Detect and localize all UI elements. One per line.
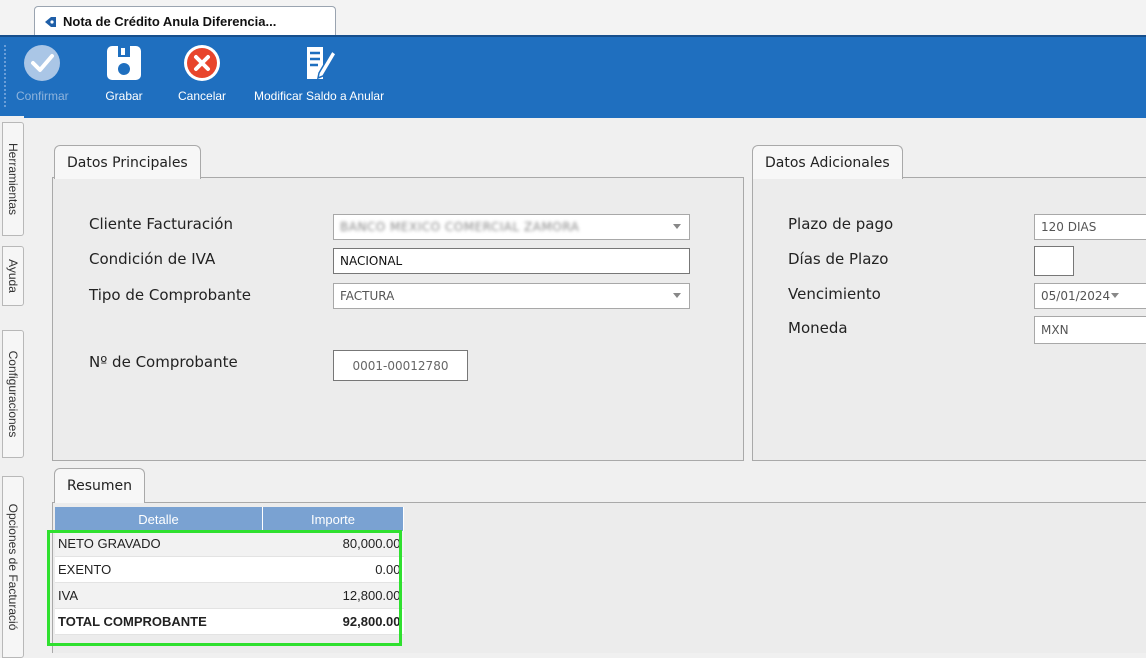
- tab-datos-adicionales-label: Datos Adicionales: [765, 154, 890, 171]
- side-tab-label: Opciones de Facturació: [6, 503, 20, 631]
- table-row[interactable]: IVA 12,800.00: [55, 582, 404, 609]
- tab-resumen[interactable]: Resumen: [54, 468, 146, 503]
- edit-document-icon: [307, 47, 338, 80]
- ribbon-toolbar: Confirmar Grabar Cancelar Modificar Sald…: [0, 35, 1146, 118]
- side-tab-configuraciones[interactable]: Configuraciones: [2, 330, 24, 458]
- vencimiento-value: 05/01/2024: [1041, 289, 1111, 303]
- document-tabstrip: Nota de Crédito Anula Diferencia...: [0, 0, 1146, 36]
- detalle-cell: TOTAL COMPROBANTE: [55, 608, 263, 635]
- side-tab-label: Ayuda: [6, 259, 20, 293]
- side-tab-ayuda[interactable]: Ayuda: [2, 246, 24, 306]
- moneda-label: Moneda: [788, 319, 848, 337]
- modify-balance-button[interactable]: Modificar Saldo a Anular: [254, 43, 384, 103]
- vencimiento-label: Vencimiento: [788, 285, 881, 303]
- iva-field[interactable]: NACIONAL: [333, 248, 690, 274]
- document-tab-title: Nota de Crédito Anula Diferencia...: [63, 13, 277, 29]
- side-tab-opciones-facturacion[interactable]: Opciones de Facturació: [2, 476, 24, 658]
- plazo-pago-field[interactable]: 120 DIAS: [1034, 214, 1146, 240]
- column-header-importe[interactable]: Importe: [262, 507, 404, 531]
- cliente-select[interactable]: BANCO MEXICO COMERCIAL ZAMORA: [333, 214, 690, 240]
- save-label: Grabar: [105, 89, 143, 103]
- moneda-value: MXN: [1041, 323, 1069, 337]
- floppy-disk-icon: [107, 46, 141, 80]
- side-tab-label: Configuraciones: [6, 350, 20, 438]
- importe-cell: 0.00: [262, 556, 404, 583]
- modify-balance-label: Modificar Saldo a Anular: [254, 89, 385, 103]
- tab-datos-principales[interactable]: Datos Principales: [54, 145, 201, 179]
- nro-comprobante-field[interactable]: 0001-00012780: [333, 350, 468, 381]
- side-tab-label: Herramientas: [6, 142, 20, 216]
- column-header-detalle[interactable]: Detalle: [55, 507, 263, 531]
- chevron-down-icon: [673, 224, 681, 229]
- tab-datos-principales-label: Datos Principales: [67, 154, 188, 171]
- table-row-total[interactable]: TOTAL COMPROBANTE 92,800.00: [55, 608, 404, 635]
- tab-resumen-label: Resumen: [67, 478, 133, 494]
- importe-cell: 80,000.00: [262, 531, 404, 557]
- importe-cell: 92,800.00: [262, 608, 404, 635]
- moneda-field[interactable]: MXN: [1034, 316, 1146, 344]
- detalle-cell: NETO GRAVADO: [55, 531, 263, 557]
- tipo-comprobante-select[interactable]: FACTURA: [333, 283, 690, 309]
- document-tab[interactable]: Nota de Crédito Anula Diferencia...: [34, 6, 336, 35]
- dias-plazo-label: Días de Plazo: [788, 250, 889, 268]
- detalle-cell: IVA: [55, 582, 263, 609]
- tipo-comprobante-label: Tipo de Comprobante: [89, 286, 251, 304]
- nro-comprobante-value: 0001-00012780: [352, 358, 449, 373]
- tipo-comprobante-value: FACTURA: [340, 289, 395, 303]
- vencimiento-date-picker[interactable]: 05/01/2024: [1034, 283, 1146, 309]
- resumen-table: Detalle Importe NETO GRAVADO 80,000.00 E…: [55, 507, 404, 635]
- check-icon: [24, 45, 61, 81]
- document-tab-icon: [43, 14, 57, 28]
- chevron-down-icon: [1111, 293, 1119, 298]
- tab-datos-adicionales[interactable]: Datos Adicionales: [752, 145, 903, 179]
- dias-plazo-field[interactable]: [1034, 246, 1074, 276]
- cancel-icon: [184, 45, 221, 81]
- cancel-label: Cancelar: [178, 89, 227, 103]
- table-row[interactable]: NETO GRAVADO 80,000.00: [55, 531, 404, 557]
- confirm-label: Confirmar: [16, 89, 69, 103]
- toolbar-grip[interactable]: [4, 45, 6, 107]
- side-tab-herramientas[interactable]: Herramientas: [2, 122, 24, 236]
- importe-cell: 12,800.00: [262, 582, 404, 609]
- iva-value: NACIONAL: [340, 254, 403, 268]
- cliente-label: Cliente Facturación: [89, 215, 233, 233]
- cliente-value: BANCO MEXICO COMERCIAL ZAMORA: [340, 220, 580, 234]
- chevron-down-icon: [673, 293, 681, 298]
- plazo-pago-value: 120 DIAS: [1041, 220, 1097, 234]
- cancel-button[interactable]: Cancelar: [178, 43, 226, 103]
- confirm-button[interactable]: Confirmar: [16, 43, 69, 103]
- detalle-cell: EXENTO: [55, 556, 263, 583]
- side-tabs: Herramientas Ayuda Configuraciones Opcio…: [0, 116, 24, 658]
- save-button[interactable]: Grabar: [104, 43, 144, 103]
- plazo-pago-label: Plazo de pago: [788, 215, 894, 233]
- nro-comprobante-label: Nº de Comprobante: [89, 353, 238, 371]
- iva-label: Condición de IVA: [89, 250, 216, 268]
- table-row[interactable]: EXENTO 0.00: [55, 556, 404, 583]
